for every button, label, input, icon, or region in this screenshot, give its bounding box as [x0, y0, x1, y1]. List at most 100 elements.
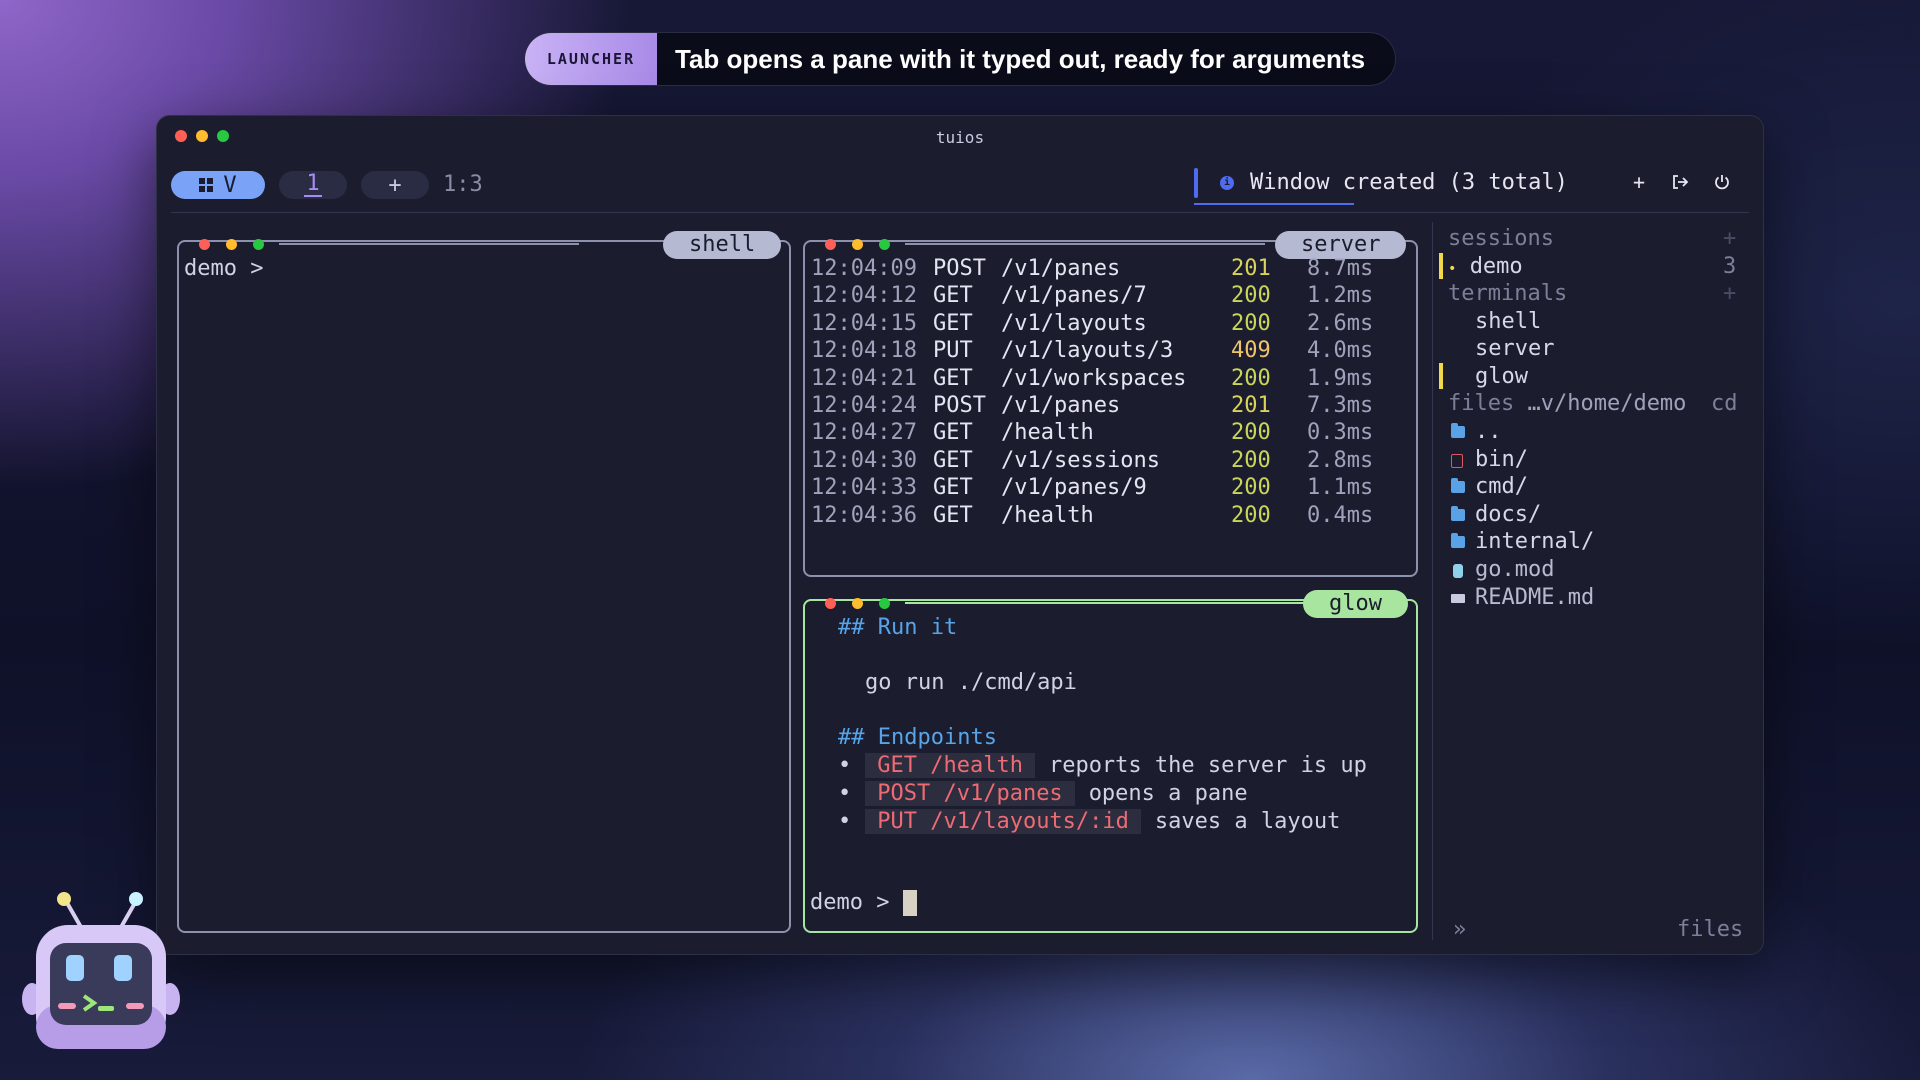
pane-minimize-button[interactable] — [226, 239, 237, 250]
pane-maximize-button[interactable] — [879, 239, 890, 250]
tabbar-divider — [171, 212, 1749, 213]
endpoint-description: reports the server is up — [1048, 753, 1367, 778]
pane-controls — [825, 598, 890, 609]
log-path: /v1/panes — [1001, 256, 1121, 281]
add-terminal-button[interactable]: + — [1723, 280, 1736, 307]
log-method: POST — [933, 256, 986, 281]
log-path: /v1/layouts — [1001, 310, 1147, 336]
terminal-item-glow[interactable]: glow — [1475, 363, 1528, 390]
log-time: 12:04:21 — [811, 365, 917, 391]
file-item[interactable]: docs/ — [1475, 501, 1541, 528]
pane-label-glow: glow — [1303, 590, 1408, 618]
log-time: 12:04:27 — [811, 420, 917, 446]
endpoint-code: GET /health — [865, 753, 1035, 778]
log-status: 200 — [1231, 283, 1271, 309]
pane-minimize-button[interactable] — [852, 598, 863, 609]
bullet: • — [838, 809, 852, 834]
pane-maximize-button[interactable] — [253, 239, 264, 250]
pane-close-button[interactable] — [825, 239, 836, 250]
launcher-banner: LAUNCHER Tab opens a pane with it typed … — [524, 32, 1396, 86]
log-duration: 1.9ms — [1307, 365, 1374, 391]
log-path: /health — [1001, 420, 1094, 446]
file-item[interactable]: internal/ — [1475, 528, 1594, 555]
pane-server[interactable]: server 12:04:09 POST/v1/panes 201 8.7ms 12:0… — [803, 231, 1418, 577]
endpoint-item: • PUT /v1/layouts/:id saves a layout — [838, 808, 1340, 835]
log-method: PUT — [933, 338, 973, 364]
pane-close-button[interactable] — [825, 598, 836, 609]
log-time: 12:04:15 — [811, 310, 917, 336]
binary-folder-icon — [1451, 453, 1463, 468]
add-session-button[interactable]: + — [1723, 225, 1736, 252]
sidebar-footer-label[interactable]: files — [1677, 916, 1743, 943]
files-path: …v/home/demo — [1527, 391, 1687, 416]
robot-mascot-icon — [22, 892, 180, 1049]
folder-icon — [1451, 533, 1465, 549]
files-cd-button[interactable]: cd — [1711, 390, 1738, 417]
view-mode-button[interactable]: V — [171, 171, 265, 199]
pane-maximize-button[interactable] — [879, 598, 890, 609]
folder-open-icon — [1451, 423, 1465, 438]
go-file-icon — [1453, 564, 1463, 578]
add-workspace-button[interactable]: + — [361, 171, 429, 199]
power-icon — [1715, 175, 1729, 190]
log-time: 12:04:30 — [811, 447, 917, 473]
pane-controls — [825, 239, 890, 250]
log-path: /v1/sessions — [1001, 447, 1160, 473]
terminal-item-shell[interactable]: shell — [1475, 308, 1541, 335]
file-item[interactable]: .. — [1475, 418, 1502, 445]
pane-shell[interactable]: shell demo > — [177, 231, 791, 933]
log-status: 409 — [1231, 338, 1271, 364]
markdown-heading: ## Endpoints — [838, 725, 997, 750]
active-session-marker — [1439, 253, 1443, 279]
log-path: /v1/panes/7 — [1001, 283, 1147, 309]
log-time: 12:04:33 — [811, 475, 917, 501]
log-status: 200 — [1231, 475, 1271, 501]
log-duration: 8.7ms — [1307, 256, 1374, 281]
active-terminal-marker — [1439, 363, 1443, 389]
workspace-tab-1[interactable]: 1 — [279, 171, 347, 199]
folder-icon — [1451, 478, 1465, 494]
log-status: 200 — [1231, 420, 1271, 446]
log-method: GET — [933, 283, 973, 309]
endpoint-code: PUT /v1/layouts/:id — [865, 809, 1141, 834]
view-mode-label: V — [223, 172, 237, 198]
pane-glow[interactable]: glow ## Run it go run ./cmd/api ## Endpo… — [803, 590, 1418, 933]
log-duration: 7.3ms — [1307, 393, 1374, 418]
banner-text: Tab opens a pane with it typed out, read… — [675, 43, 1366, 74]
log-path: /v1/panes — [1001, 393, 1121, 418]
log-status: 200 — [1231, 365, 1271, 391]
banner-tag: LAUNCHER — [525, 33, 657, 85]
pane-close-button[interactable] — [199, 239, 210, 250]
log-path: /health — [1001, 502, 1094, 528]
pane-minimize-button[interactable] — [852, 239, 863, 250]
log-path: /v1/layouts/3 — [1001, 338, 1174, 364]
log-method: POST — [933, 393, 986, 418]
file-item[interactable]: README.md — [1475, 584, 1594, 611]
sidebar-expand-button[interactable]: » — [1453, 916, 1466, 943]
file-item[interactable]: bin/ — [1475, 446, 1528, 473]
log-status: 200 — [1231, 502, 1271, 528]
markdown-icon — [1451, 593, 1465, 603]
folder-icon — [1451, 505, 1465, 521]
glow-prompt-line[interactable]: demo > — [810, 889, 917, 916]
info-icon: i — [1220, 176, 1234, 190]
pane-label-shell: shell — [663, 231, 782, 259]
power-button[interactable] — [1713, 172, 1731, 196]
log-method: GET — [933, 310, 973, 336]
log-status: 201 — [1231, 393, 1271, 418]
file-item[interactable]: cmd/ — [1475, 473, 1528, 500]
log-method: GET — [933, 502, 973, 528]
endpoint-description: opens a pane — [1088, 781, 1248, 806]
terminal-item-server[interactable]: server — [1475, 335, 1554, 362]
file-item[interactable]: go.mod — [1475, 556, 1554, 583]
arrow-out-icon — [1673, 175, 1689, 189]
new-window-button[interactable]: + — [1633, 170, 1645, 194]
layout-ratio: 1:3 — [443, 172, 483, 197]
session-item-demo[interactable]: • demo — [1448, 253, 1523, 283]
pane-controls — [199, 239, 264, 250]
pane-title-line — [905, 243, 1265, 245]
log-path: /v1/panes/9 — [1001, 475, 1147, 501]
pane-title-line — [279, 243, 579, 245]
detach-button[interactable] — [1671, 172, 1689, 196]
sessions-heading: sessions — [1448, 226, 1554, 251]
